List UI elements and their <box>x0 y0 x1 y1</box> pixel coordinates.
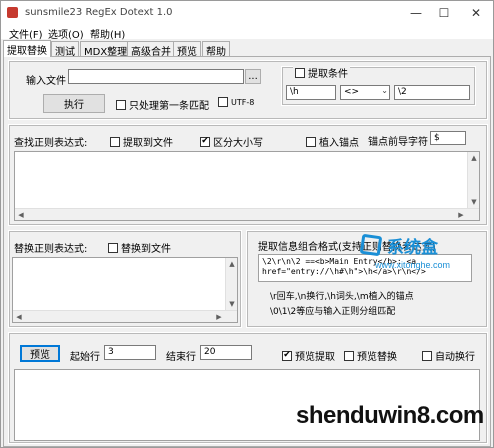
first-match-only-label: 只处理第一条匹配 <box>129 101 209 112</box>
bottom-watermark: shenduwin8.com <box>296 402 484 429</box>
scroll-down-icon[interactable]: ▼ <box>468 196 479 208</box>
site-logo-text: 系统盒 <box>387 238 438 258</box>
first-match-only-checkbox[interactable]: 只处理第一条匹配 <box>116 97 209 112</box>
end-row-label: 结束行 <box>166 352 196 363</box>
find-regex-textarea[interactable]: ▲ ▼ ◀ ▶ <box>14 151 480 221</box>
scroll-left-icon[interactable]: ◀ <box>15 209 27 220</box>
replace-to-file-checkbox[interactable]: 替换到文件 <box>108 240 171 255</box>
tab-preview[interactable]: 预览 <box>173 41 201 58</box>
insert-anchor-label: 植入锚点 <box>319 138 359 149</box>
site-url-text: www.xitonghe.com <box>375 260 451 270</box>
anchor-prefix-field[interactable]: $ <box>430 131 466 145</box>
extract-condition-box[interactable] <box>295 67 305 78</box>
tab-test[interactable]: 测试 <box>51 41 79 58</box>
menu-help[interactable]: 帮助(H) <box>90 26 125 41</box>
preview-extract-checkbox[interactable]: ✔ 预览提取 <box>282 348 335 363</box>
start-row-label: 起始行 <box>70 352 100 363</box>
scroll-left-icon[interactable]: ◀ <box>13 311 25 322</box>
replace-regex-textarea[interactable]: ▲ ▼ ◀ ▶ <box>12 257 238 323</box>
chevron-down-icon: ⌄ <box>381 86 388 95</box>
maximize-button[interactable]: ☐ <box>429 1 459 25</box>
extract-condition-checkbox[interactable]: 提取条件 <box>293 65 350 80</box>
case-sensitive-box[interactable]: ✔ <box>200 136 210 147</box>
extract-format-hint1: \r回车,\n换行,\h词头,\m植入的锚点 <box>270 292 414 302</box>
insert-anchor-box[interactable] <box>306 136 316 147</box>
preview-button[interactable]: 预览 <box>20 345 60 362</box>
utf8-label: UTF-8 <box>231 97 255 107</box>
extract-to-file-label: 提取到文件 <box>123 138 173 149</box>
auto-wrap-box[interactable] <box>422 350 432 361</box>
anchor-prefix-label: 锚点前导字符 <box>368 137 428 148</box>
utf8-box[interactable] <box>218 97 228 107</box>
preview-extract-label: 预览提取 <box>295 352 335 363</box>
replace-to-file-box[interactable] <box>108 242 118 253</box>
replace-regex-label: 替换正则表达式: <box>14 244 88 255</box>
menu-bar: 文件(F) 选项(O) 帮助(H) <box>1 25 493 41</box>
title-bar: sunsmile23 RegEx Dotext 1.0 — ☐ ✕ <box>1 1 493 25</box>
case-sensitive-checkbox[interactable]: ✔ 区分大小写 <box>200 134 263 149</box>
menu-options[interactable]: 选项(O) <box>48 26 84 41</box>
minimize-button[interactable]: — <box>401 1 431 25</box>
end-row-field[interactable]: 20 <box>200 345 252 360</box>
scroll-down-icon[interactable]: ▼ <box>226 298 237 310</box>
site-watermark: 系统盒 www.xitonghe.com <box>359 233 479 277</box>
utf8-checkbox[interactable]: UTF-8 <box>218 97 254 107</box>
close-button[interactable]: ✕ <box>461 1 491 25</box>
scroll-right-icon[interactable]: ▶ <box>213 311 225 322</box>
start-row-field[interactable]: 3 <box>104 345 156 360</box>
tab-mdx[interactable]: MDX整理 <box>80 41 132 58</box>
scroll-right-icon[interactable]: ▶ <box>455 209 467 220</box>
execute-button[interactable]: 执行 <box>43 94 105 113</box>
condition-field2[interactable]: \2 <box>394 85 470 100</box>
replace-to-file-label: 替换到文件 <box>121 244 171 255</box>
tab-help[interactable]: 帮助 <box>202 41 230 58</box>
insert-anchor-checkbox[interactable]: 植入锚点 <box>306 134 359 149</box>
tab-advanced-merge[interactable]: 高级合并 <box>127 41 175 58</box>
first-match-only-box[interactable] <box>116 99 126 110</box>
preview-replace-label: 预览替换 <box>357 352 397 363</box>
preview-replace-box[interactable] <box>344 350 354 361</box>
condition-operator-value: <> <box>344 87 360 97</box>
extract-to-file-box[interactable] <box>110 136 120 147</box>
menu-file[interactable]: 文件(F) <box>9 26 43 41</box>
extract-to-file-checkbox[interactable]: 提取到文件 <box>110 134 173 149</box>
scroll-up-icon[interactable]: ▲ <box>468 152 479 164</box>
find-regex-label: 查找正则表达式: <box>14 138 88 149</box>
preview-replace-checkbox[interactable]: 预览替换 <box>344 348 397 363</box>
box-logo-icon <box>359 233 383 257</box>
input-file-field[interactable] <box>68 69 244 84</box>
replace-regex-hscroll[interactable]: ◀ ▶ <box>13 310 237 322</box>
browse-button[interactable]: ... <box>245 69 261 84</box>
scroll-up-icon[interactable]: ▲ <box>226 258 237 270</box>
input-file-label: 输入文件 <box>26 76 66 87</box>
extract-condition-label: 提取条件 <box>308 69 348 80</box>
condition-operator-select[interactable]: <> ⌄ <box>340 85 390 100</box>
case-sensitive-label: 区分大小写 <box>213 138 263 149</box>
extract-format-hint2: \0\1\2等应与输入正则分组匹配 <box>270 307 396 317</box>
tab-strip: 提取替换 测试 MDX整理 高级合并 预览 帮助 <box>1 40 493 58</box>
auto-wrap-checkbox[interactable]: 自动换行 <box>422 348 475 363</box>
tab-extract-replace[interactable]: 提取替换 <box>3 40 51 57</box>
window-title: sunsmile23 RegEx Dotext 1.0 <box>25 7 173 18</box>
app-icon <box>7 7 18 18</box>
preview-extract-box[interactable]: ✔ <box>282 350 292 361</box>
app-window: sunsmile23 RegEx Dotext 1.0 — ☐ ✕ 文件(F) … <box>0 0 494 448</box>
auto-wrap-label: 自动换行 <box>435 352 475 363</box>
condition-field1[interactable]: \h <box>286 85 336 100</box>
find-regex-hscroll[interactable]: ◀ ▶ <box>15 208 479 220</box>
